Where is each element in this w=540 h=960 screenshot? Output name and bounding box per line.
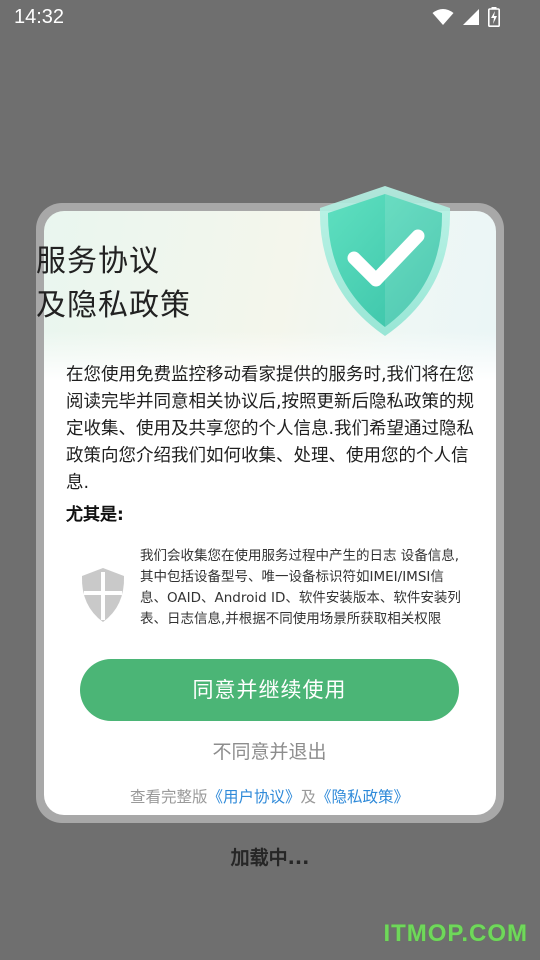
status-time: 14:32 xyxy=(14,6,65,28)
battery-charging-icon xyxy=(488,7,500,27)
status-icons xyxy=(432,6,500,28)
wifi-icon xyxy=(432,9,454,25)
shield-check-icon xyxy=(319,186,451,336)
user-agreement-link[interactable]: 《用户协议》 xyxy=(207,788,300,806)
data-collection-detail: 我们会收集您在使用服务过程中产生的日志 设备信息,其中包括设备型号、唯一设备标识… xyxy=(140,548,461,627)
site-watermark: ITMOP.COM xyxy=(383,920,528,947)
agreement-links: 查看完整版《用户协议》及《隐私政策》 xyxy=(80,785,459,807)
disagree-exit-button[interactable]: 不同意并退出 xyxy=(80,737,459,764)
agree-continue-button[interactable]: 同意并继续使用 xyxy=(80,659,459,721)
footer-prefix: 查看完整版 xyxy=(129,788,208,806)
privacy-intro-text: 在您使用免费监控移动看家提供的服务时,我们将在您阅读完毕并同意相关协议后,按照更… xyxy=(66,365,475,493)
signal-icon xyxy=(463,9,479,25)
privacy-policy-link[interactable]: 《隐私政策》 xyxy=(316,788,409,806)
loading-text: 加载中... xyxy=(230,847,310,869)
dialog-title-line2: 及隐私政策 xyxy=(36,288,191,323)
footer-and: 及 xyxy=(300,788,317,806)
dialog-title-line1: 服务协议 xyxy=(36,244,160,279)
especially-label: 尤其是: xyxy=(66,505,124,525)
shield-icon xyxy=(81,568,125,622)
status-bar: 14:32 xyxy=(0,0,540,36)
